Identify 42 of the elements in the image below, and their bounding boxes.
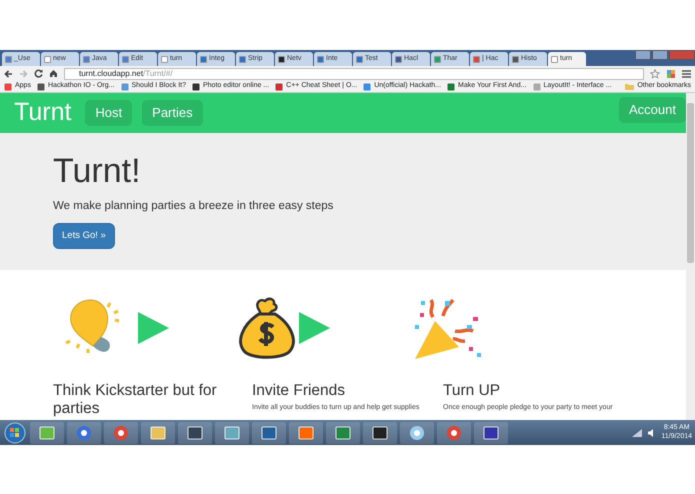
signal-icon[interactable] (632, 428, 642, 436)
bookmark-icon (532, 82, 541, 90)
bookmark-icon (120, 82, 128, 90)
browser-icon (446, 424, 462, 440)
bookmark-icon (447, 82, 456, 90)
browser-icon (113, 424, 129, 440)
back-icon[interactable] (4, 70, 13, 78)
folder-icon (625, 83, 634, 90)
taskbar-button[interactable] (363, 422, 397, 444)
hero-subtitle: We make planning parties a breeze in three easy steps (53, 198, 334, 214)
hero-title: Turnt! (53, 151, 142, 192)
play-arrow-icon (299, 312, 330, 344)
menu-icon[interactable] (682, 70, 691, 78)
taskbar-button[interactable] (400, 422, 434, 444)
feature-title: Turn UP (443, 382, 502, 400)
bookmark-icon (275, 82, 284, 90)
taskbar-button[interactable] (474, 422, 508, 444)
home-icon[interactable] (49, 69, 58, 78)
feature-title: Think Kickstarter but for parties (53, 382, 218, 418)
taskbar-button[interactable] (104, 422, 138, 444)
taskbar-button[interactable] (437, 422, 471, 444)
lets-go-button[interactable]: Lets Go! » (53, 223, 115, 250)
scrollbar[interactable] (686, 93, 695, 420)
url-path: /Turnt/#/ (143, 68, 173, 80)
bookmark-icon (192, 82, 200, 90)
taskbar-button[interactable] (67, 422, 101, 444)
bookmark-icon (363, 82, 372, 90)
maximize-button[interactable] (652, 50, 668, 60)
play-arrow-icon (138, 312, 169, 344)
bookmark-icon (36, 82, 45, 90)
speaker-icon[interactable] (648, 428, 656, 436)
puzzle-icon[interactable] (666, 68, 676, 78)
taskbar-button[interactable] (178, 422, 212, 444)
star-icon[interactable] (650, 68, 660, 78)
minimize-button[interactable] (635, 50, 651, 60)
start-button[interactable] (3, 422, 27, 444)
feature-title: Invite Friends (252, 382, 346, 400)
reload-icon[interactable] (34, 69, 43, 78)
folder-icon (150, 426, 166, 440)
url-host: turnt.cloudapp.net (79, 68, 144, 80)
bookmark-icon (4, 82, 12, 90)
address-bar[interactable]: turnt.cloudapp.net/Turnt/#/ (64, 68, 644, 80)
